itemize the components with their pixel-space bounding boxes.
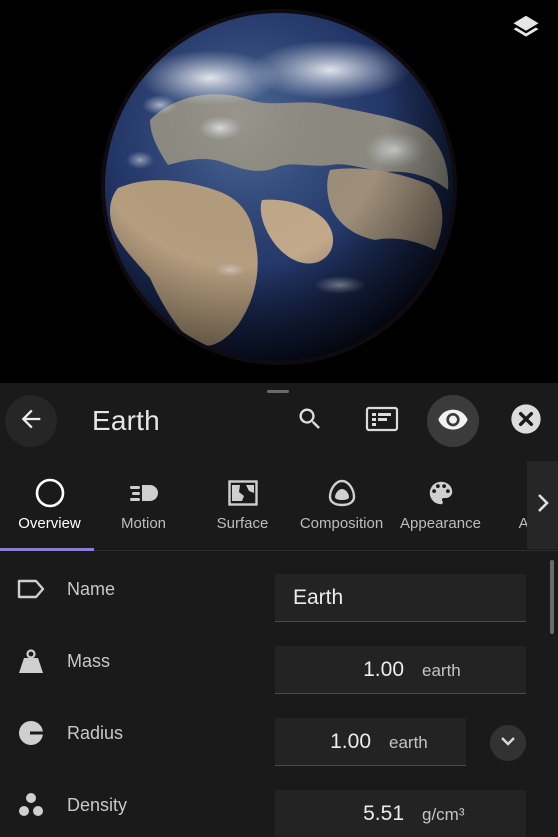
density-field[interactable]: 5.51 g/cm³ bbox=[275, 790, 526, 837]
radius-value: 1.00 bbox=[330, 730, 371, 753]
weight-icon bbox=[16, 646, 46, 676]
eye-icon bbox=[437, 403, 469, 440]
density-unit: g/cm³ bbox=[422, 805, 465, 824]
layers-button[interactable] bbox=[506, 12, 546, 46]
radius-field[interactable]: 1.00 earth bbox=[275, 718, 466, 766]
mass-value: 1.00 bbox=[363, 658, 404, 681]
info-panel-icon bbox=[365, 405, 399, 438]
surface-map-icon bbox=[193, 477, 292, 509]
mass-unit: earth bbox=[422, 661, 461, 680]
property-label: Mass bbox=[67, 651, 111, 671]
back-button[interactable] bbox=[5, 395, 57, 447]
density-icon bbox=[16, 790, 46, 820]
circle-outline-icon bbox=[0, 477, 99, 509]
density-value: 5.51 bbox=[363, 802, 404, 825]
property-label: Radius bbox=[67, 723, 124, 743]
property-row-radius: Radius 1.00 earth bbox=[0, 696, 558, 768]
name-value: Earth bbox=[293, 586, 344, 609]
tab-motion[interactable]: Motion bbox=[94, 461, 193, 549]
tab-appearance[interactable]: Appearance bbox=[391, 461, 490, 549]
tag-icon bbox=[16, 574, 46, 604]
chevron-down-icon bbox=[500, 734, 516, 752]
view-button[interactable] bbox=[427, 395, 479, 447]
close-icon bbox=[510, 403, 542, 440]
app: Earth Overview Motion Surface Compositio… bbox=[0, 0, 558, 837]
earth-globe bbox=[101, 9, 457, 365]
radius-icon bbox=[16, 718, 46, 748]
panel-header: Earth bbox=[0, 383, 558, 461]
info-panel-button[interactable] bbox=[356, 395, 408, 447]
tab-overview[interactable]: Overview bbox=[0, 461, 99, 549]
motion-icon bbox=[94, 477, 193, 509]
tab-bar: Overview Motion Surface Composition Appe… bbox=[0, 461, 558, 551]
active-tab-indicator bbox=[0, 548, 94, 551]
info-panel: Earth Overview Motion Surface Compositio… bbox=[0, 383, 558, 837]
scrollbar[interactable] bbox=[550, 560, 554, 634]
object-title: Earth bbox=[92, 405, 160, 436]
composition-icon bbox=[292, 477, 391, 509]
property-label: Name bbox=[67, 579, 116, 599]
mass-field[interactable]: 1.00 earth bbox=[275, 646, 526, 694]
chevron-right-icon bbox=[535, 492, 551, 519]
tab-composition[interactable]: Composition bbox=[292, 461, 391, 549]
radius-expand-button[interactable] bbox=[490, 725, 526, 761]
layers-icon bbox=[511, 12, 541, 47]
property-row-density: Density 5.51 g/cm³ bbox=[0, 768, 558, 837]
property-label: Density bbox=[67, 795, 128, 815]
radius-unit: earth bbox=[389, 733, 428, 752]
properties-list[interactable]: Name Earth Mass 1.00 earth Radius 1.00 e… bbox=[0, 552, 558, 837]
palette-icon bbox=[391, 477, 490, 509]
close-button[interactable] bbox=[500, 395, 552, 447]
tabs-scroll-right-button[interactable] bbox=[527, 461, 558, 549]
property-row-name: Name Earth bbox=[0, 552, 558, 624]
name-field[interactable]: Earth bbox=[275, 574, 526, 622]
viewport[interactable] bbox=[0, 0, 558, 383]
property-row-mass: Mass 1.00 earth bbox=[0, 624, 558, 696]
arrow-left-icon bbox=[17, 405, 45, 438]
tab-surface[interactable]: Surface bbox=[193, 461, 292, 549]
search-button[interactable] bbox=[284, 395, 336, 447]
search-icon bbox=[296, 405, 324, 438]
